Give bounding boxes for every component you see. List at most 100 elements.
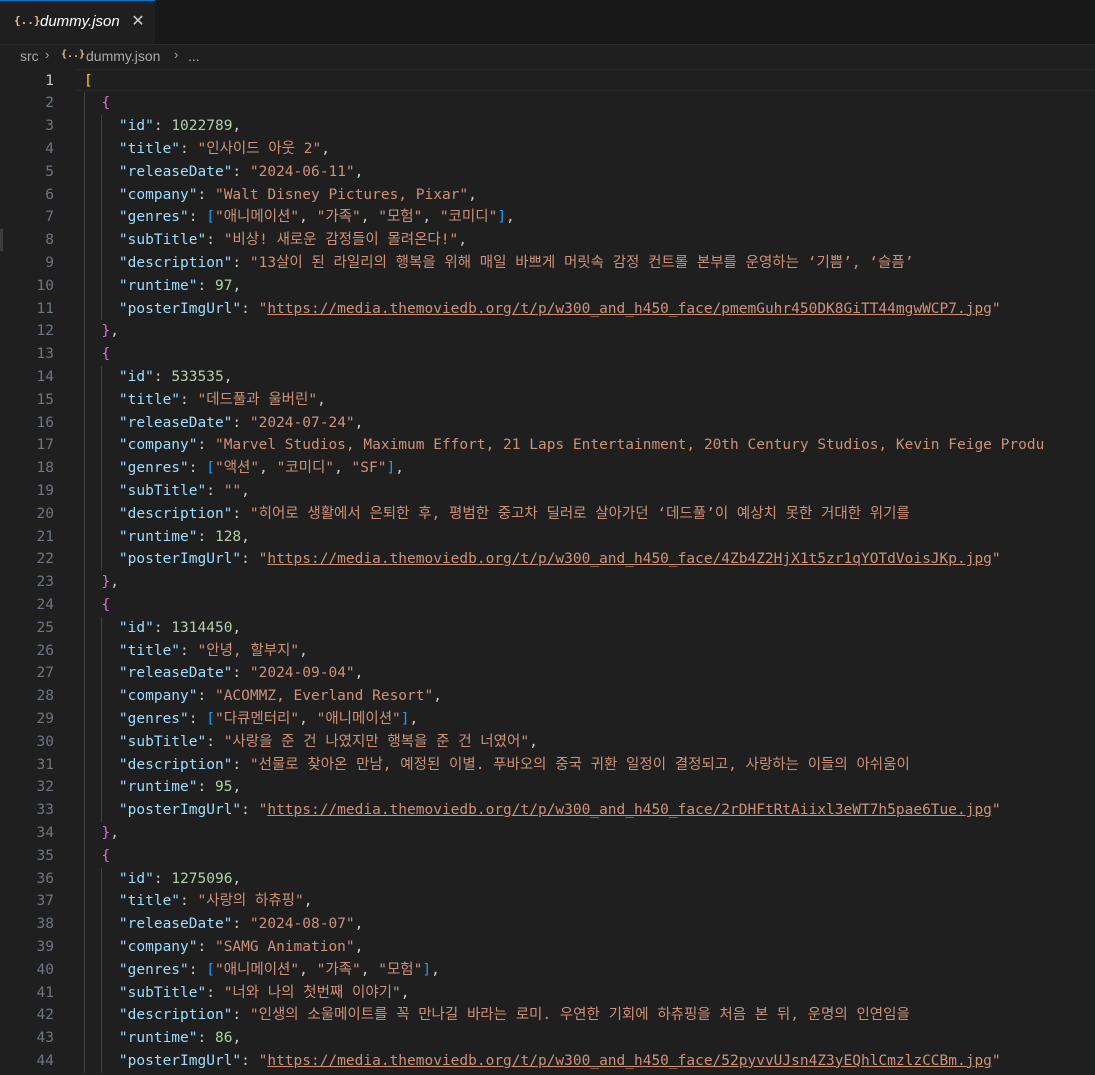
code-line[interactable]: "posterImgUrl": "https://media.themovied…	[84, 298, 1001, 321]
code-line[interactable]: "releaseDate": "2024-06-11",	[84, 161, 363, 184]
code-line[interactable]: "description": "인생의 소울메이트를 꼭 만나길 바라는 로미.…	[84, 1004, 910, 1027]
line-number: 25	[36, 619, 54, 636]
code-token: "	[991, 802, 1001, 819]
breadcrumb-file[interactable]: dummy.json	[86, 48, 160, 64]
tab-dummy-json[interactable]: {..} dummy.json ✕	[0, 0, 155, 44]
code-line[interactable]: "company": "Marvel Studios, Maximum Effo…	[84, 434, 1044, 457]
code-token: :	[197, 938, 215, 955]
code-token: "subTitle"	[118, 482, 207, 499]
code-token: "subTitle"	[118, 733, 207, 750]
url-link[interactable]: https://media.themoviedb.org/t/p/w300_an…	[267, 551, 992, 567]
code-token: :	[153, 118, 172, 135]
code-line[interactable]: "runtime": 86,	[84, 1027, 241, 1050]
code-token: ,	[110, 574, 119, 591]
code-token: :	[180, 391, 198, 408]
code-token: 86	[214, 1030, 233, 1047]
code-token: "id"	[118, 619, 154, 636]
code-line[interactable]: },	[84, 822, 119, 845]
code-line[interactable]: "id": 1022789,	[84, 115, 241, 138]
code-line[interactable]: "title": "인사이드 아웃 2",	[84, 138, 330, 161]
breadcrumb-symbol[interactable]: ...	[188, 48, 200, 64]
code-line[interactable]: "title": "사랑의 하츄핑",	[84, 890, 313, 913]
code-line[interactable]: "description": "선물로 찾아온 만남, 예정된 이별. 푸바오의…	[84, 754, 910, 777]
code-line[interactable]: "posterImgUrl": "https://media.themovied…	[84, 1050, 1001, 1073]
url-link[interactable]: https://media.themoviedb.org/t/p/w300_an…	[267, 802, 992, 818]
code-token: "description"	[118, 756, 233, 773]
code-line[interactable]: "subTitle": "사랑을 준 건 나였지만 행복을 준 건 너였어",	[84, 731, 538, 754]
code-line[interactable]: "id": 533535,	[84, 366, 233, 389]
code-token: :	[180, 642, 198, 659]
code-line[interactable]: },	[84, 320, 119, 343]
code-token: :	[232, 756, 250, 773]
code-line[interactable]: "title": "데드풀과 울버린",	[84, 389, 326, 412]
code-line[interactable]: "releaseDate": "2024-08-07",	[84, 913, 363, 936]
line-number: 22	[36, 551, 54, 568]
code-token: ,	[433, 688, 442, 705]
code-token: :	[197, 528, 215, 545]
url-link[interactable]: https://media.themoviedb.org/t/p/w300_an…	[267, 1053, 992, 1069]
code-token: ,	[303, 893, 313, 910]
close-icon[interactable]: ✕	[129, 11, 147, 31]
editor-tab-bar: {..} dummy.json ✕	[0, 0, 1095, 45]
line-number: 13	[36, 346, 54, 363]
tab-label: dummy.json	[40, 13, 120, 30]
code-token: "posterImgUrl"	[118, 551, 242, 568]
code-line[interactable]: "subTitle": "너와 나의 첫번째 이야기",	[84, 982, 410, 1005]
code-token: "Marvel Studios, Maximum Effort, 21 Laps…	[214, 437, 1045, 454]
code-token: ,	[110, 824, 119, 841]
code-line[interactable]: "description": "13살이 된 라일리의 행복을 위해 매일 바쁘…	[84, 252, 914, 275]
line-number: 30	[36, 733, 54, 750]
line-number: 27	[36, 665, 54, 682]
code-line[interactable]: "company": "SAMG Animation",	[84, 936, 363, 959]
code-token: :	[206, 733, 224, 750]
code-token: }	[101, 574, 111, 591]
breadcrumb: src › {..} dummy.json › ...	[0, 45, 1095, 69]
code-token: 533535	[171, 368, 224, 385]
code-token: ]	[386, 460, 396, 477]
code-line[interactable]: {	[84, 845, 110, 868]
code-token: "company"	[118, 437, 198, 454]
breadcrumb-folder-src[interactable]: src	[20, 48, 39, 64]
code-line[interactable]: "id": 1275096,	[84, 868, 241, 891]
code-token: "애니메이션"	[214, 961, 300, 978]
code-line[interactable]: "genres": ["액션", "코미디", "SF"],	[84, 457, 404, 480]
code-line[interactable]: "company": "Walt Disney Pictures, Pixar"…	[84, 184, 477, 207]
code-token: ,	[241, 482, 250, 499]
code-token: "id"	[118, 870, 154, 887]
code-line[interactable]: "posterImgUrl": "https://media.themovied…	[84, 548, 1001, 571]
line-number: 7	[45, 209, 54, 226]
code-line[interactable]: "description": "히어로 생활에서 은퇴한 후, 평범한 중고차 …	[84, 503, 910, 526]
code-line[interactable]: },	[84, 571, 119, 594]
line-number: 39	[36, 938, 54, 955]
code-line[interactable]: [	[84, 70, 93, 93]
code-line[interactable]: "subTitle": "",	[84, 480, 250, 503]
code-line[interactable]: "runtime": 95,	[84, 776, 241, 799]
line-number: 36	[36, 870, 54, 887]
code-line[interactable]: "posterImgUrl": "https://media.themovied…	[84, 799, 1001, 822]
code-line[interactable]: "title": "안녕, 할부지",	[84, 640, 308, 663]
code-line[interactable]: "subTitle": "비상! 새로운 감정들이 몰려온다!",	[84, 229, 467, 252]
code-line[interactable]: "genres": ["다큐멘터리", "애니메이션"],	[84, 708, 418, 731]
code-line[interactable]: "genres": ["애니메이션", "가족", "모험", "코미디"],	[84, 206, 515, 229]
code-line[interactable]: "runtime": 128,	[84, 526, 250, 549]
code-line[interactable]: {	[84, 594, 110, 617]
url-link[interactable]: https://media.themoviedb.org/t/p/w300_an…	[267, 301, 992, 317]
code-line[interactable]: "genres": ["애니메이션", "가족", "모험"],	[84, 959, 440, 982]
code-line[interactable]: "releaseDate": "2024-09-04",	[84, 662, 363, 685]
code-token: "runtime"	[118, 779, 198, 796]
code-line[interactable]: "company": "ACOMMZ, Everland Resort",	[84, 685, 442, 708]
code-token: "id"	[118, 118, 154, 135]
code-token: "인생의 소울메이트를 꼭 만나길 바라는 로미. 우연한 기회에 하츄핑을 처…	[249, 1007, 910, 1024]
code-line[interactable]: "runtime": 97,	[84, 275, 241, 298]
line-number: 12	[36, 323, 54, 340]
code-token: ,	[422, 209, 440, 226]
code-line[interactable]: {	[84, 92, 110, 115]
code-token: ,	[110, 323, 119, 340]
code-editor[interactable]: 1 2 3 4 5 6 7 8 9 10 11 12 13 14 15 16 17 18 19 20 21 22 23 24 2…	[0, 69, 1095, 1075]
code-token: ""	[223, 482, 242, 499]
code-line[interactable]: "id": 1314450,	[84, 617, 241, 640]
code-token: 97	[214, 277, 233, 294]
code-line[interactable]: {	[84, 343, 110, 366]
code-token: :	[241, 551, 259, 568]
code-line[interactable]: "releaseDate": "2024-07-24",	[84, 412, 363, 435]
